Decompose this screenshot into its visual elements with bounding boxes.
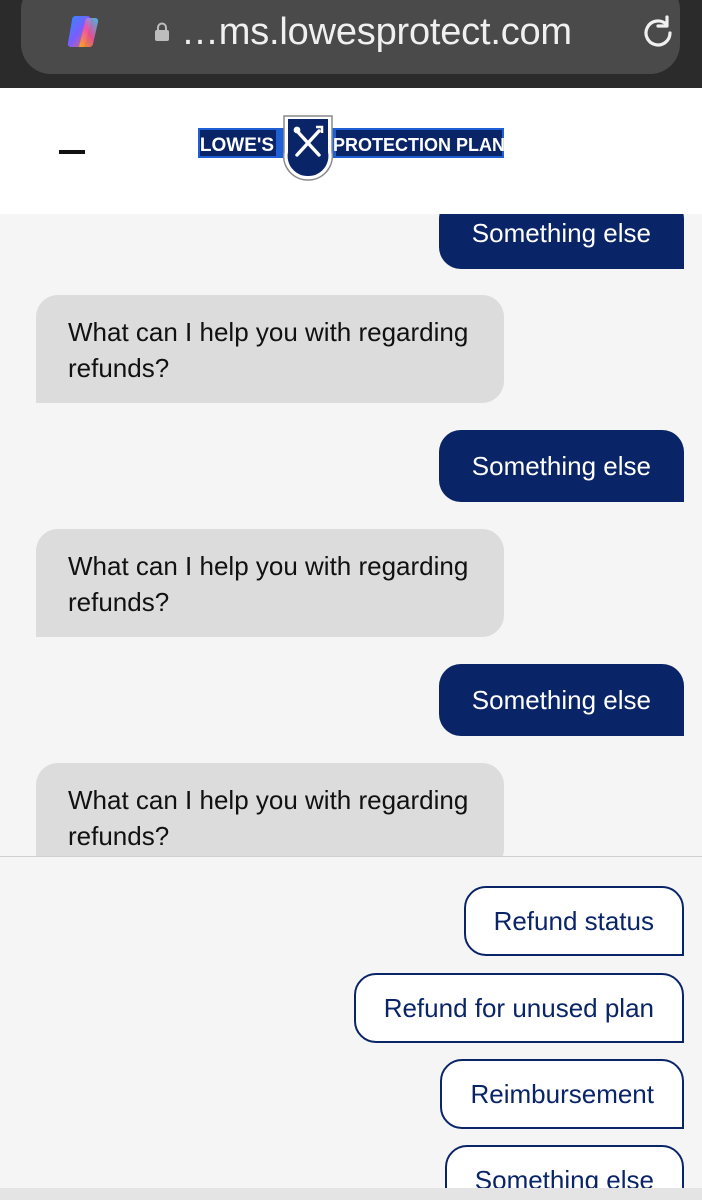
site-header: LOWE'S PROTECTION PLAN: [0, 88, 702, 214]
lock-icon: [155, 22, 169, 41]
browser-toolbar: …ms.lowesprotect.com: [0, 0, 702, 88]
user-message: Something else: [438, 214, 684, 269]
logo-text-left: LOWE'S: [200, 135, 274, 156]
menu-toggle-button[interactable]: [55, 140, 89, 164]
bot-message: What can I help you with regarding refun…: [36, 763, 504, 856]
address-bar[interactable]: …ms.lowesprotect.com: [21, 0, 680, 74]
quick-reply-panel: Refund status Refund for unused plan Rei…: [0, 856, 702, 1200]
lowes-protection-plan-logo[interactable]: LOWE'S PROTECTION PLAN: [196, 113, 506, 183]
refund-status-button[interactable]: Refund status: [463, 886, 684, 956]
copilot-icon[interactable]: [65, 12, 105, 52]
user-message: Something else: [438, 430, 684, 502]
bot-message: What can I help you with regarding refun…: [36, 529, 504, 637]
chat-transcript[interactable]: Something else What can I help you with …: [0, 214, 702, 856]
bottom-edge: [0, 1188, 702, 1200]
user-message: Something else: [438, 664, 684, 736]
refund-unused-plan-button[interactable]: Refund for unused plan: [353, 973, 684, 1043]
minus-icon: [59, 150, 85, 154]
reload-icon[interactable]: [639, 14, 677, 52]
reimbursement-button[interactable]: Reimbursement: [440, 1059, 684, 1129]
url-text: …ms.lowesprotect.com: [181, 11, 572, 53]
logo-text-right: PROTECTION PLAN: [333, 135, 505, 155]
bot-message: What can I help you with regarding refun…: [36, 295, 504, 403]
